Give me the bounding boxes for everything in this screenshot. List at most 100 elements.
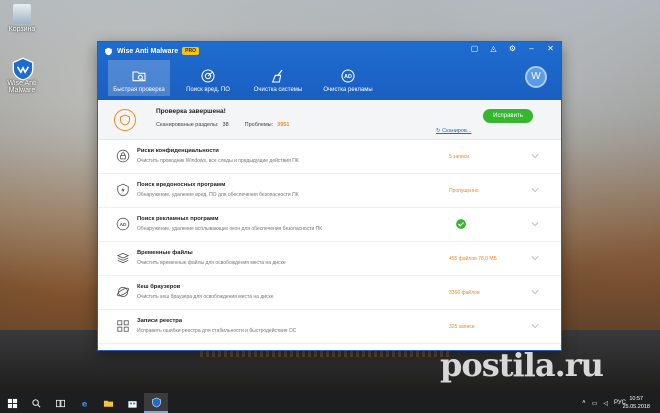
row-desc: Обнаружение, удаление всплывающих окон д… xyxy=(137,226,322,232)
tab-ad-cleanup[interactable]: AD Очистка рекламы xyxy=(314,60,382,96)
check-icon xyxy=(456,219,466,229)
stack-icon xyxy=(116,251,130,265)
taskbar-explorer[interactable] xyxy=(96,393,120,413)
row-desc: Очистить временные файлы для освобождени… xyxy=(137,260,286,266)
row-desc: Исправить ошибки реестра для стабильност… xyxy=(137,328,296,334)
chevron-down-icon[interactable] xyxy=(531,254,539,262)
fix-button[interactable]: Исправить xyxy=(483,109,533,123)
message-icon[interactable]: ▢ xyxy=(470,44,479,53)
ad-icon: AD xyxy=(116,217,130,231)
volume-icon[interactable]: ◁ xyxy=(603,400,608,407)
minimize-icon[interactable]: – xyxy=(527,44,536,53)
title-row: Wise Anti Malware PRO xyxy=(104,45,199,57)
avatar[interactable]: W xyxy=(525,66,547,88)
list-item[interactable]: Кеш браузеров Очистить кеш браузера для … xyxy=(98,276,561,310)
problems-value: 3951 xyxy=(277,122,289,128)
summary-title: Проверка завершена! xyxy=(156,108,226,115)
task-view-button[interactable] xyxy=(48,393,72,413)
problems-label: Проблемы: xyxy=(245,122,274,128)
app-shield-icon xyxy=(104,47,113,56)
chevron-down-icon[interactable] xyxy=(531,186,539,194)
chevron-down-icon[interactable] xyxy=(531,288,539,296)
desktop-icon-label: Корзина xyxy=(0,26,44,33)
chevron-down-icon[interactable] xyxy=(531,220,539,228)
watermark: postila.ru xyxy=(440,346,603,384)
list-item[interactable]: Записи реестра Исправить ошибки реестра … xyxy=(98,310,561,344)
app-title: Wise Anti Malware xyxy=(117,48,178,55)
list-item[interactable]: AD Поиск рекламных программ Обнаружение,… xyxy=(98,208,561,242)
settings-icon[interactable]: ⚙ xyxy=(508,44,517,53)
desktop-icon-recycle-bin[interactable]: Корзина xyxy=(0,4,44,33)
system-tray: ˄ ▭ ◁ РУС xyxy=(582,393,626,413)
folder-icon xyxy=(103,398,114,409)
svg-text:AD: AD xyxy=(120,222,127,227)
row-desc: Очистить кеш браузера для освобождения м… xyxy=(137,294,274,300)
taskbar-edge[interactable]: e xyxy=(72,393,96,413)
row-title: Поиск вредоносных программ xyxy=(137,182,225,188)
taskbar: e ˄ ▭ ◁ РУС 10:57 25.05.2018 xyxy=(0,393,660,413)
row-status: 3366 файлов xyxy=(449,290,480,296)
start-button[interactable] xyxy=(0,393,24,413)
list-item[interactable]: Поиск вредоносных программ Обнаружение, … xyxy=(98,174,561,208)
results-list: Риски конфиденциальности Очистить провод… xyxy=(98,140,561,344)
chevron-down-icon[interactable] xyxy=(531,322,539,330)
scanned-value: 38 xyxy=(223,122,229,128)
svg-text:e: e xyxy=(81,398,87,408)
rescan-link-label: Сканиров... xyxy=(442,128,471,134)
tab-quick-scan[interactable]: Быстрая проверка xyxy=(108,60,170,96)
desktop-icon-label: Wise Anti Malware xyxy=(0,80,44,94)
edge-icon: e xyxy=(79,398,90,409)
rescan-link[interactable]: ↻ Сканиров... xyxy=(436,128,471,134)
tab-malware-scan[interactable]: Поиск вред. ПО xyxy=(174,60,242,96)
warning-shield-icon xyxy=(114,109,136,131)
tab-label: Быстрая проверка xyxy=(113,87,164,93)
tab-label: Поиск вред. ПО xyxy=(186,87,230,93)
folder-search-icon xyxy=(131,68,147,84)
network-icon[interactable]: ▭ xyxy=(592,400,598,407)
windows-icon xyxy=(7,398,18,409)
clock[interactable]: 10:57 25.05.2018 xyxy=(622,395,650,411)
broom-icon xyxy=(270,68,286,84)
main-nav: Быстрая проверка Поиск вред. ПО Очистка … xyxy=(108,60,382,96)
tab-label: Очистка рекламы xyxy=(323,87,372,93)
tab-label: Очистка системы xyxy=(254,87,302,93)
clock-time: 10:57 xyxy=(622,395,650,403)
row-status: Пропущенно xyxy=(449,188,479,194)
recycle-bin-icon xyxy=(13,4,31,24)
list-item[interactable]: Временные файлы Очистить временные файлы… xyxy=(98,242,561,276)
chevron-down-icon[interactable] xyxy=(531,152,539,160)
row-desc: Очистить проводник Windows, все следы и … xyxy=(137,158,299,164)
search-button[interactable] xyxy=(24,393,48,413)
clock-date: 25.05.2018 xyxy=(622,403,650,411)
taskbar-wise-anti-malware[interactable] xyxy=(144,393,168,413)
svg-text:AD: AD xyxy=(344,74,352,80)
row-title: Кеш браузеров xyxy=(137,284,180,290)
row-status: 5 записи xyxy=(449,154,469,160)
grid-icon xyxy=(116,319,130,333)
shield-bolt-icon xyxy=(116,183,130,197)
row-title: Временные файлы xyxy=(137,250,193,256)
pro-badge: PRO xyxy=(182,47,199,55)
wise-anti-malware-icon xyxy=(10,56,34,78)
tab-system-cleanup[interactable]: Очистка системы xyxy=(244,60,312,96)
taskbar-store[interactable] xyxy=(120,393,144,413)
summary-stats: Сканированые разделы: 38 Проблемы: 3951 xyxy=(156,122,289,128)
close-icon[interactable]: ✕ xyxy=(546,44,555,53)
desktop-icon-wise-anti-malware[interactable]: Wise Anti Malware xyxy=(0,56,44,94)
radar-icon xyxy=(200,68,216,84)
skin-icon[interactable]: ◬ xyxy=(489,44,498,53)
row-status: 455 файлов 78,0 МБ xyxy=(449,256,497,262)
title-bar: Wise Anti Malware PRO ▢ ◬ ⚙ – ✕ Быстрая … xyxy=(98,42,561,100)
row-title: Поиск рекламных программ xyxy=(137,216,219,222)
list-item[interactable]: Риски конфиденциальности Очистить провод… xyxy=(98,140,561,174)
row-title: Риски конфиденциальности xyxy=(137,148,219,154)
ad-icon: AD xyxy=(340,68,356,84)
scanned-label: Сканированые разделы: xyxy=(156,122,219,128)
row-status: 325 записи xyxy=(449,324,475,330)
wise-anti-malware-icon xyxy=(151,397,162,408)
store-icon xyxy=(127,398,138,409)
app-window: Wise Anti Malware PRO ▢ ◬ ⚙ – ✕ Быстрая … xyxy=(98,42,561,350)
chevron-up-icon[interactable]: ˄ xyxy=(582,400,586,406)
task-view-icon xyxy=(55,398,66,409)
search-icon xyxy=(31,398,42,409)
